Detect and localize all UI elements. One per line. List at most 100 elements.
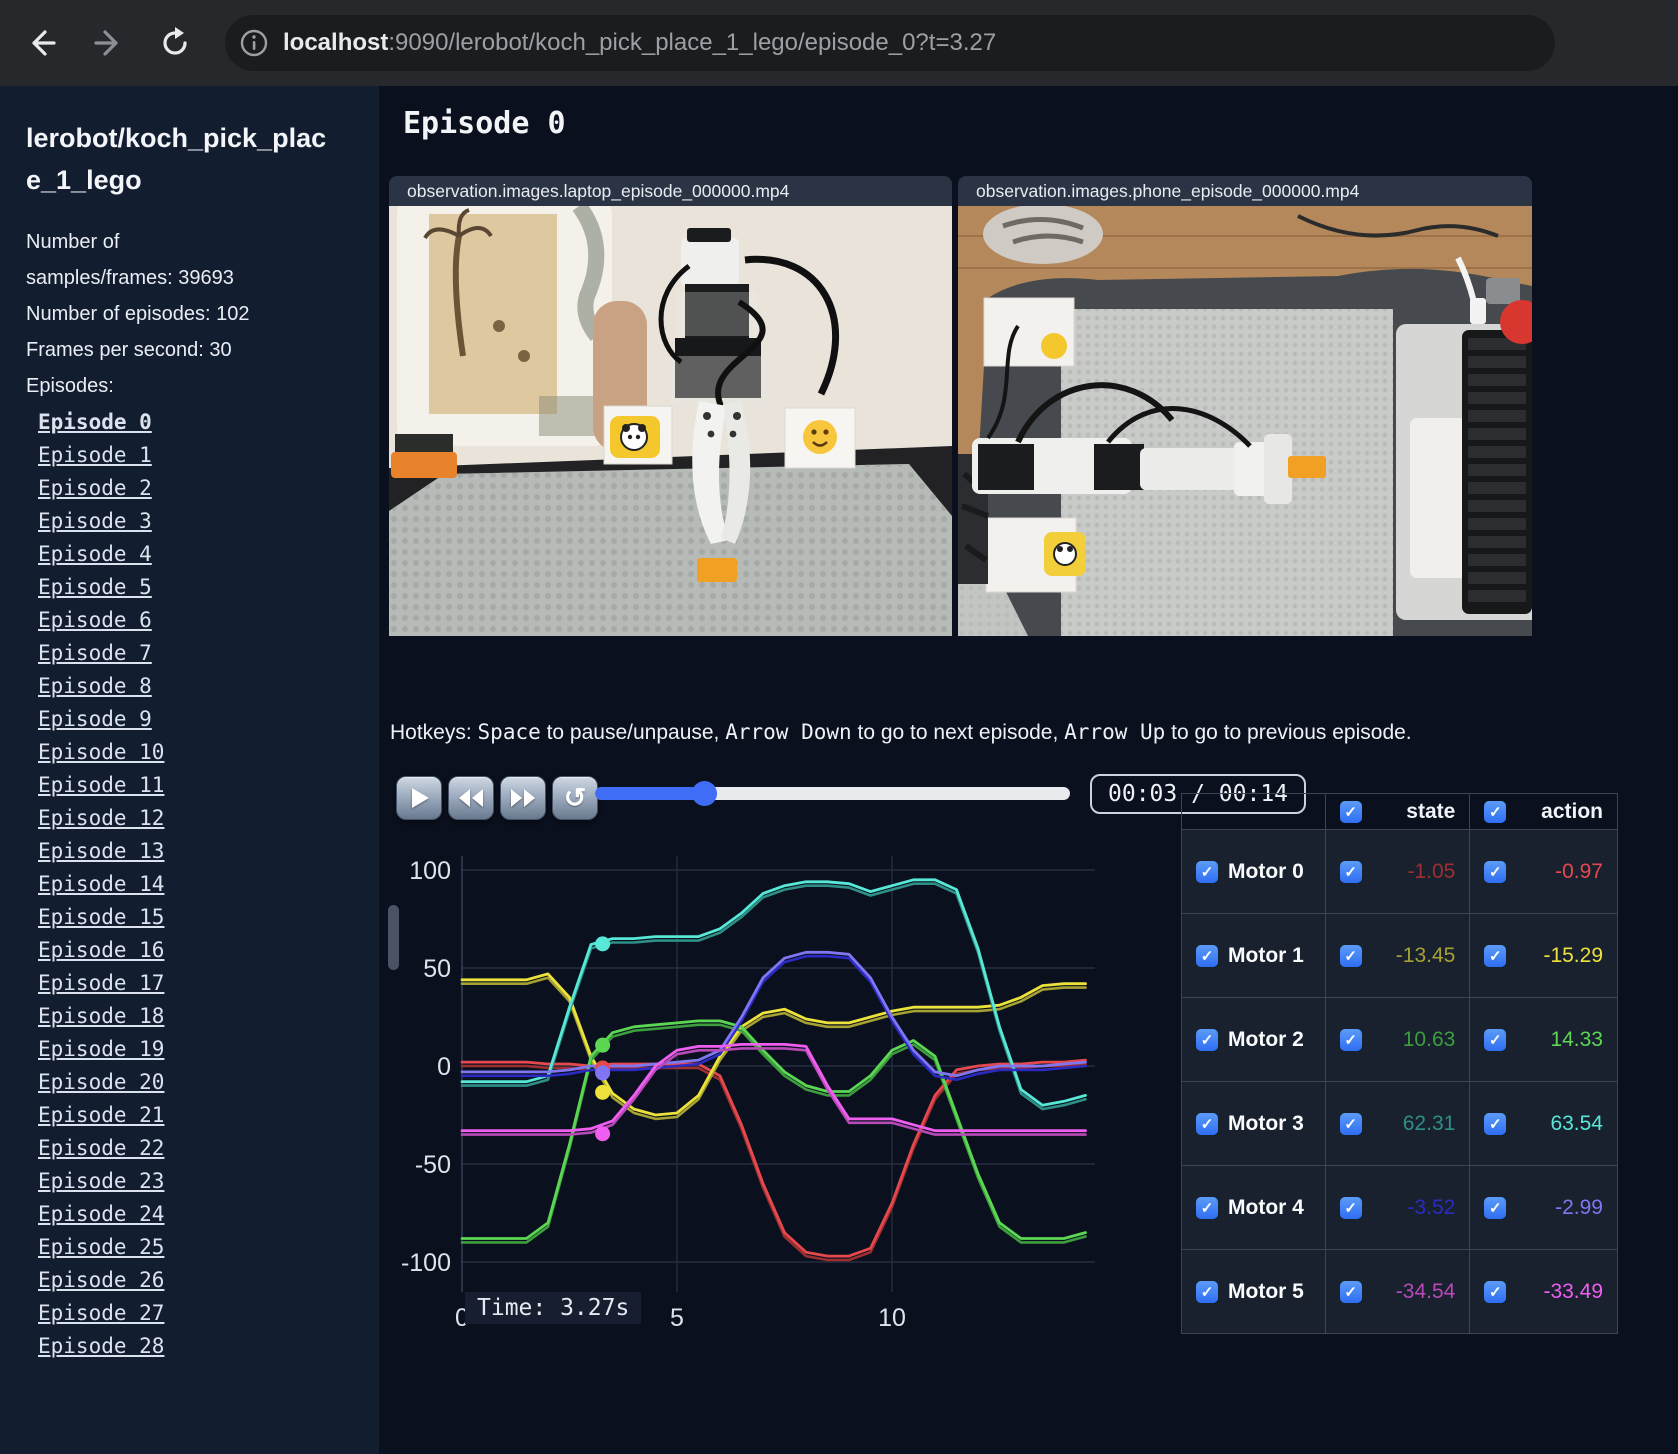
episode-link[interactable]: Episode 24 [38,1198,379,1231]
motor-state-checkbox[interactable]: ✓ [1339,944,1362,967]
motor-table-row: ✓ Motor 4 ✓ -3.52 ✓ -2.99 [1181,1165,1618,1250]
episode-link[interactable]: Episode 14 [38,868,379,901]
seek-slider[interactable] [595,781,1070,806]
stat-line: Number of episodes: 102 [26,302,250,325]
reload-icon [163,27,187,55]
motor-table-row: ✓ Motor 1 ✓ -13.45 ✓ -15.29 [1181,913,1618,998]
episode-list: Episode 0 Episode 1 Episode 2 Episode 3 Epis… [38,406,379,1363]
previous-episode-button[interactable] [448,776,494,820]
motor-name-label: Motor 3 [1228,1111,1304,1135]
sidebar: lerobot/koch_pick_place_1_lego Number of… [0,86,379,1454]
dataset-stats: Number of samples/frames: 39693 Number o… [26,224,353,404]
loop-button[interactable]: ↺ [552,776,598,820]
action-column-checkbox[interactable]: ✓ [1484,800,1507,823]
page-title: Episode 0 [403,106,566,141]
motor-action-value: -2.99 [1555,1195,1603,1219]
episode-link[interactable]: Episode 21 [38,1099,379,1132]
svg-text:-100: -100 [401,1249,451,1277]
motor-action-checkbox[interactable]: ✓ [1484,1112,1507,1135]
motor-action-checkbox[interactable]: ✓ [1484,1028,1507,1051]
episode-link[interactable]: Episode 9 [38,703,379,736]
reload-button[interactable] [154,22,196,64]
hotkeys-mid2: to go to next episode, [851,721,1065,744]
fast-forward-icon [511,789,535,807]
episode-link[interactable]: Episode 25 [38,1231,379,1264]
motor-table-row: ✓ Motor 5 ✓ -34.54 ✓ -33.49 [1181,1249,1618,1334]
seek-slider-thumb[interactable] [692,781,718,806]
episode-link[interactable]: Episode 13 [38,835,379,868]
svg-text:50: 50 [423,955,451,983]
episode-link[interactable]: Episode 11 [38,769,379,802]
episode-link[interactable]: Episode 17 [38,967,379,1000]
motor-checkbox[interactable]: ✓ [1196,1196,1218,1219]
motor-table-header: ✓ state ✓ action [1181,793,1618,830]
episode-link[interactable]: Episode 3 [38,505,379,538]
episode-link[interactable]: Episode 16 [38,934,379,967]
episode-link[interactable]: Episode 5 [38,571,379,604]
rewind-icon [459,789,483,807]
video-player-phone[interactable]: observation.images.phone_episode_000000.… [958,176,1532,636]
hotkeys-mid3: to go to previous episode. [1165,721,1412,744]
motor-action-checkbox[interactable]: ✓ [1484,860,1507,883]
episode-link[interactable]: Episode 27 [38,1297,379,1330]
action-column-label: action [1541,799,1603,823]
video-title-laptop: observation.images.laptop_episode_000000… [389,176,952,206]
motor-name-label: Motor 1 [1228,943,1304,967]
site-info-icon[interactable] [239,28,269,58]
motor-state-checkbox[interactable]: ✓ [1339,1280,1362,1303]
motor-name-label: Motor 5 [1228,1279,1304,1303]
video-player-laptop[interactable]: observation.images.laptop_episode_000000… [389,176,952,636]
stat-line: Number of [26,230,120,253]
episode-link[interactable]: Episode 19 [38,1033,379,1066]
motor-action-value: 63.54 [1550,1111,1603,1135]
episode-link[interactable]: Episode 7 [38,637,379,670]
episode-link[interactable]: Episode 15 [38,901,379,934]
episodes-label: Episodes: [26,374,114,397]
motor-state-checkbox[interactable]: ✓ [1339,1196,1362,1219]
motor-state-value: -3.52 [1407,1195,1456,1219]
motor-action-value: -0.97 [1555,859,1603,883]
back-button[interactable] [20,22,62,64]
url-bar[interactable]: localhost:9090/lerobot/koch_pick_place_1… [225,15,1555,71]
episode-link[interactable]: Episode 18 [38,1000,379,1033]
motor-action-checkbox[interactable]: ✓ [1484,1280,1507,1303]
episode-link[interactable]: Episode 20 [38,1066,379,1099]
episode-link[interactable]: Episode 26 [38,1264,379,1297]
main-content: Episode 0 observation.images.laptop_epis… [379,86,1678,1454]
play-button[interactable] [396,776,442,820]
motor-name-label: Motor 2 [1228,1027,1304,1051]
motor-checkbox[interactable]: ✓ [1196,1280,1218,1303]
episode-link[interactable]: Episode 10 [38,736,379,769]
browser-toolbar: localhost:9090/lerobot/koch_pick_place_1… [0,0,1678,86]
episode-link[interactable]: Episode 23 [38,1165,379,1198]
motor-action-value: -33.49 [1543,1279,1603,1303]
motor-checkbox[interactable]: ✓ [1196,860,1218,883]
episode-link[interactable]: Episode 4 [38,538,379,571]
motor-state-checkbox[interactable]: ✓ [1339,1112,1362,1135]
state-column-checkbox[interactable]: ✓ [1339,800,1362,823]
state-column-label: state [1406,799,1456,823]
hotkeys-mid1: to pause/unpause, [540,721,726,744]
motor-table: ✓ state ✓ action ✓ Motor 0 ✓ -1.05 ✓ -0.97 ✓ Mo… [1181,793,1618,1334]
episode-link[interactable]: Episode 22 [38,1132,379,1165]
motor-action-value: 14.33 [1550,1027,1603,1051]
episode-link[interactable]: Episode 6 [38,604,379,637]
hotkeys-text: Hotkeys: Space to pause/unpause, Arrow D… [390,720,1412,745]
motor-state-checkbox[interactable]: ✓ [1339,860,1362,883]
motor-checkbox[interactable]: ✓ [1196,944,1218,967]
episode-link[interactable]: Episode 2 [38,472,379,505]
motor-state-checkbox[interactable]: ✓ [1339,1028,1362,1051]
episode-link[interactable]: Episode 1 [38,439,379,472]
episode-link[interactable]: Episode 12 [38,802,379,835]
motor-checkbox[interactable]: ✓ [1196,1112,1218,1135]
episode-link[interactable]: Episode 8 [38,670,379,703]
scrollbar-thumb[interactable] [388,905,399,970]
motor-checkbox[interactable]: ✓ [1196,1028,1218,1051]
episode-link[interactable]: Episode 0 [38,406,379,439]
episode-link[interactable]: Episode 28 [38,1330,379,1363]
forward-button[interactable] [88,22,130,64]
motor-action-checkbox[interactable]: ✓ [1484,944,1507,967]
motor-action-checkbox[interactable]: ✓ [1484,1196,1507,1219]
svg-text:5: 5 [670,1304,684,1332]
next-episode-button[interactable] [500,776,546,820]
